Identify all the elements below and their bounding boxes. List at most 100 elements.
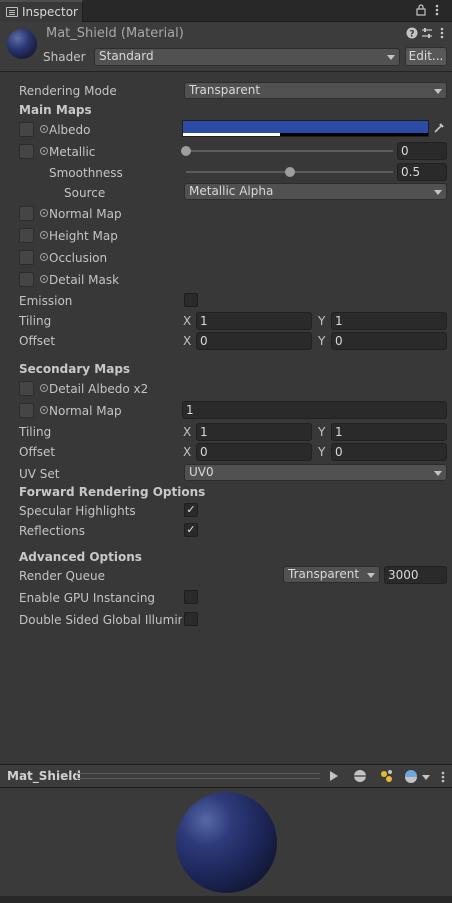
secondary-offset-x-label: X: [183, 445, 192, 459]
secondary-tiling-y-label: Y: [318, 425, 326, 439]
kebab-menu-icon[interactable]: [440, 27, 444, 39]
svg-text:?: ?: [409, 30, 414, 40]
offset-x-field[interactable]: 0: [196, 332, 312, 350]
secondary-offset-y-label: Y: [318, 445, 326, 459]
double-sided-gi-checkbox[interactable]: [184, 612, 198, 626]
chevron-down-icon: [434, 190, 442, 195]
rendering-mode-value: Transparent: [189, 83, 261, 97]
material-title: Mat_Shield (Material): [46, 26, 184, 41]
smoothness-slider-knob[interactable]: [284, 167, 295, 177]
metallic-value-field[interactable]: 0: [397, 142, 447, 160]
uv-set-label: UV Set: [19, 467, 60, 481]
gpu-instancing-label: Enable GPU Instancing: [19, 591, 156, 605]
chevron-down-icon: [434, 471, 442, 476]
source-dropdown[interactable]: Metallic Alpha: [184, 183, 447, 200]
skybox-sphere-icon[interactable]: [404, 769, 418, 783]
specular-highlights-label: Specular Highlights: [19, 504, 136, 518]
render-queue-mode-dropdown[interactable]: Transparent: [283, 566, 380, 583]
help-icon[interactable]: ?: [406, 27, 418, 39]
specular-highlights-checkbox[interactable]: ✓: [184, 503, 198, 517]
render-queue-value-field[interactable]: 3000: [384, 566, 447, 584]
lock-icon[interactable]: [416, 4, 426, 16]
texture-picker-icon[interactable]: [40, 125, 48, 133]
secondary-maps-heading: Secondary Maps: [19, 362, 131, 376]
preview-toolbar: Mat_Shield: [0, 764, 452, 788]
preview-drag-handle[interactable]: [76, 773, 320, 779]
render-queue-mode-value: Transparent: [288, 567, 360, 581]
secondary-offset-x-field[interactable]: 0: [196, 443, 312, 461]
emission-label: Emission: [19, 294, 73, 308]
texture-picker-icon[interactable]: [40, 275, 48, 283]
texture-picker-icon[interactable]: [40, 253, 48, 261]
offset-y-label: Y: [318, 334, 326, 348]
offset-x-label: X: [183, 334, 192, 348]
metallic-texture-slot[interactable]: [19, 144, 34, 159]
advanced-options-heading: Advanced Options: [19, 550, 142, 564]
secondary-normal-map-label: Normal Map: [49, 404, 122, 418]
tab-label: Inspector: [22, 5, 78, 19]
edit-shader-button[interactable]: Edit...: [405, 47, 447, 66]
tiling-x-field[interactable]: 1: [196, 312, 312, 330]
material-header: Mat_Shield (Material) ? Shader Standard …: [0, 22, 452, 72]
albedo-alpha-bar-empty: [280, 133, 428, 136]
texture-picker-icon[interactable]: [40, 406, 48, 414]
chevron-down-icon: [367, 573, 375, 578]
tiling-y-field[interactable]: 1: [331, 312, 447, 330]
eyedropper-icon[interactable]: [432, 121, 446, 135]
tiling-x-label: X: [183, 314, 192, 328]
smoothness-value-field[interactable]: 0.5: [397, 163, 447, 181]
gpu-instancing-checkbox[interactable]: [184, 590, 198, 604]
lights-icon[interactable]: [379, 768, 395, 784]
tab-inspector[interactable]: Inspector: [0, 0, 83, 22]
metallic-slider-track[interactable]: [186, 150, 393, 152]
chevron-down-icon: [387, 55, 395, 60]
rendering-mode-dropdown[interactable]: Transparent: [184, 82, 447, 99]
metallic-slider-knob[interactable]: [181, 146, 191, 156]
height-map-label: Height Map: [49, 229, 118, 243]
detail-albedo-label: Detail Albedo x2: [49, 382, 149, 396]
chevron-down-icon: [434, 89, 442, 94]
offset-y-field[interactable]: 0: [331, 332, 447, 350]
reflections-label: Reflections: [19, 524, 85, 538]
texture-picker-icon[interactable]: [40, 209, 48, 217]
preview-title: Mat_Shield: [7, 769, 81, 783]
albedo-texture-slot[interactable]: [19, 122, 34, 137]
kebab-menu-icon[interactable]: [441, 771, 445, 783]
texture-picker-icon[interactable]: [40, 147, 48, 155]
play-icon[interactable]: [329, 770, 339, 782]
secondary-tiling-y-field[interactable]: 1: [331, 423, 447, 441]
texture-picker-icon[interactable]: [40, 384, 48, 392]
normal-map-texture-slot[interactable]: [19, 206, 34, 221]
uv-set-dropdown[interactable]: UV0: [184, 464, 447, 481]
inspector-icon: [6, 7, 18, 17]
main-maps-heading: Main Maps: [19, 103, 92, 117]
detail-albedo-texture-slot[interactable]: [19, 381, 34, 396]
height-map-texture-slot[interactable]: [19, 228, 34, 243]
secondary-normal-scale-field[interactable]: 1: [182, 401, 447, 419]
occlusion-label: Occlusion: [49, 251, 108, 265]
double-sided-gi-label: Double Sided Global Illuminat: [19, 613, 182, 627]
uv-set-value: UV0: [189, 465, 214, 479]
source-label: Source: [64, 186, 106, 200]
forward-rendering-heading: Forward Rendering Options: [19, 485, 206, 499]
tiling-y-label: Y: [318, 314, 326, 328]
reflections-checkbox[interactable]: ✓: [184, 523, 198, 537]
occlusion-texture-slot[interactable]: [19, 250, 34, 265]
normal-map-label: Normal Map: [49, 207, 122, 221]
shader-dropdown[interactable]: Standard: [94, 48, 400, 66]
shader-label: Shader: [43, 50, 86, 64]
texture-picker-icon[interactable]: [40, 231, 48, 239]
preset-icon[interactable]: [421, 27, 433, 39]
double-sided-gi-label-clip: Double Sided Global Illuminat: [19, 613, 182, 627]
chevron-down-icon[interactable]: [422, 775, 430, 780]
secondary-offset-y-field[interactable]: 0: [331, 443, 447, 461]
material-preview[interactable]: [0, 788, 452, 896]
secondary-tiling-x-field[interactable]: 1: [196, 423, 312, 441]
emission-checkbox[interactable]: [184, 293, 198, 307]
kebab-menu-icon[interactable]: [435, 4, 439, 16]
metallic-label: Metallic: [49, 145, 96, 159]
sphere-mesh-icon[interactable]: [353, 769, 367, 783]
detail-mask-texture-slot[interactable]: [19, 272, 34, 287]
albedo-color-field[interactable]: [182, 120, 429, 137]
secondary-normal-map-texture-slot[interactable]: [19, 403, 34, 418]
